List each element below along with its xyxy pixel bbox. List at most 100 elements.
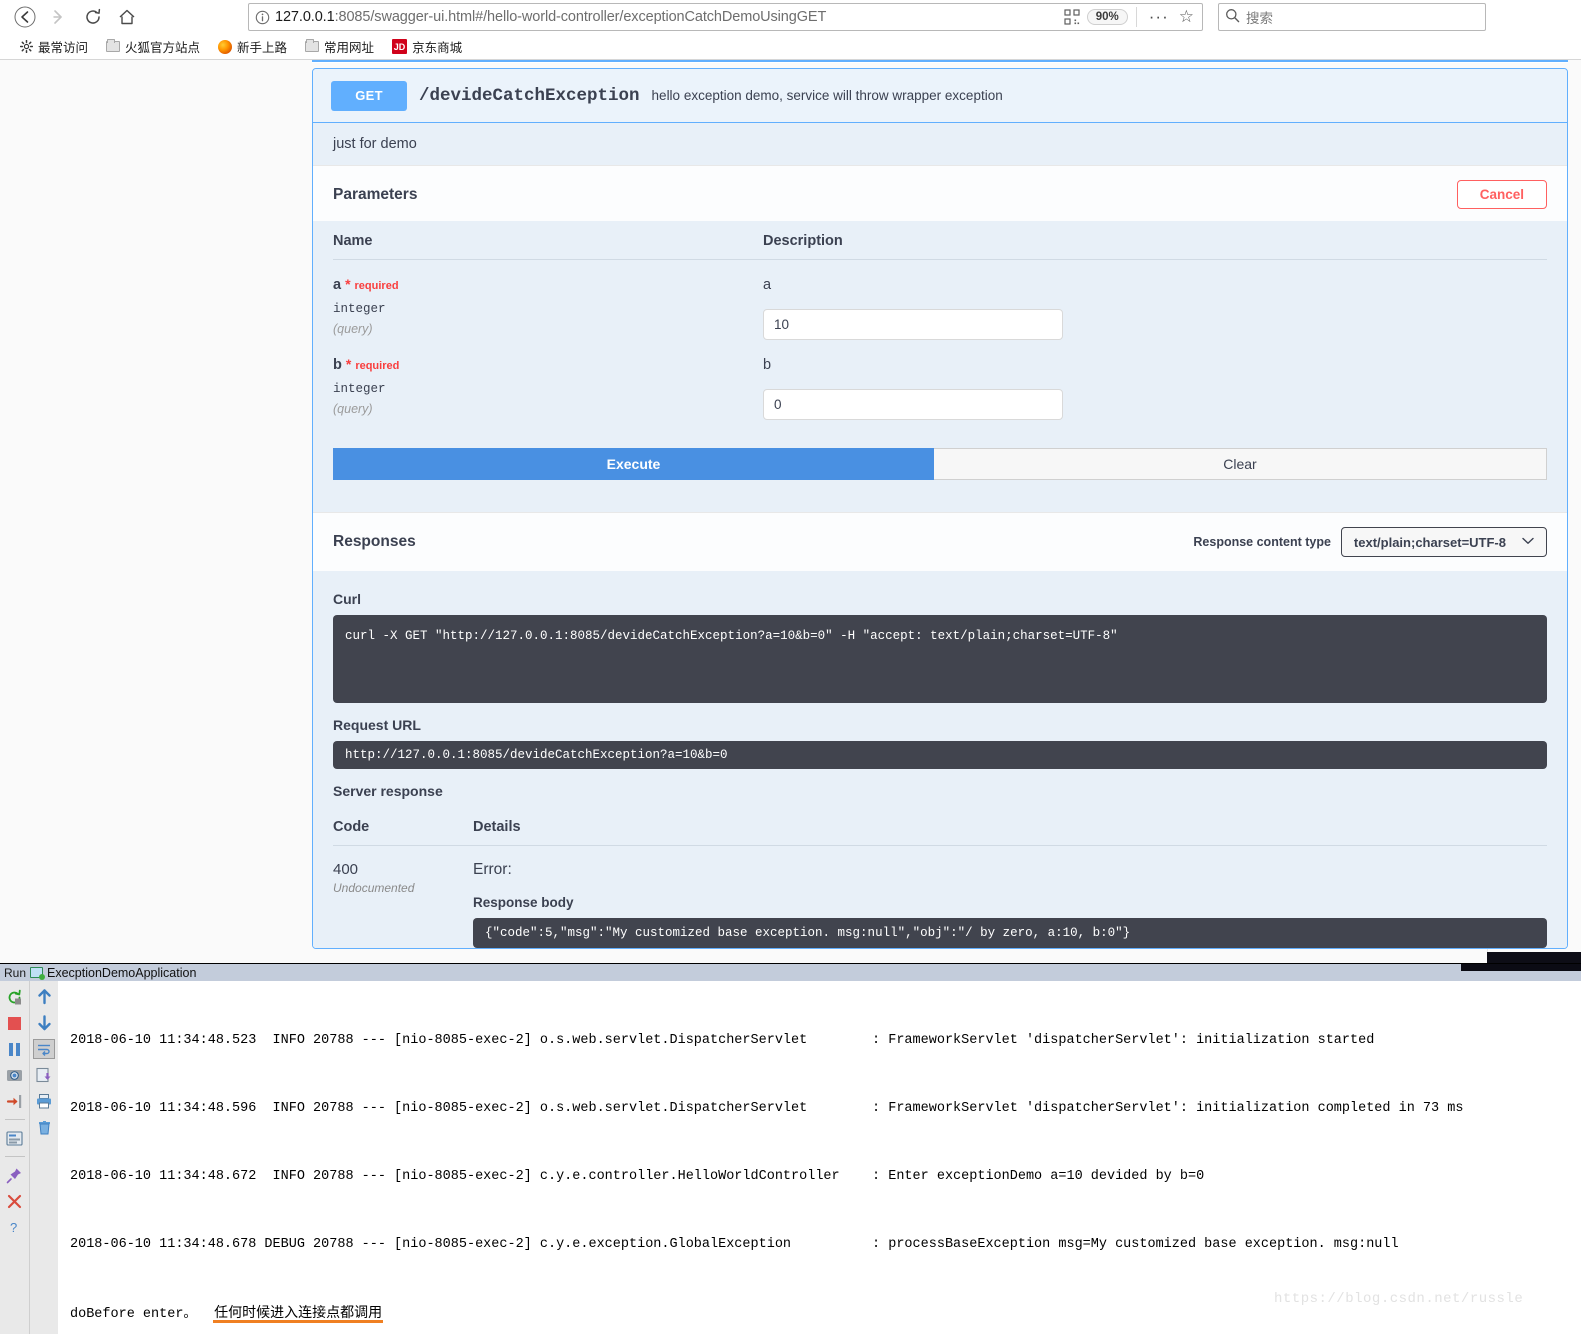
home-button[interactable] bbox=[110, 2, 144, 32]
console-scroll-artifact bbox=[1461, 964, 1581, 971]
response-content-type-value: text/plain;charset=UTF-8 bbox=[1353, 534, 1506, 550]
url-bar-actions: 90% ··· ☆ bbox=[1061, 6, 1202, 28]
search-icon bbox=[1225, 8, 1240, 26]
folder-icon bbox=[106, 39, 121, 54]
responses-body: Curl curl -X GET "http://127.0.0.1:8085/… bbox=[313, 571, 1567, 948]
folder-icon bbox=[305, 39, 320, 54]
bookmark-star-icon[interactable]: ☆ bbox=[1175, 7, 1198, 27]
parameter-input-a[interactable]: 10 bbox=[763, 309, 1063, 340]
parameter-input-b[interactable]: 0 bbox=[763, 389, 1063, 420]
help-icon[interactable]: ? bbox=[4, 1217, 26, 1237]
parameter-row: a * required integer (query) a 10 bbox=[333, 260, 1547, 340]
parameter-type: integer bbox=[333, 302, 386, 316]
search-bar[interactable]: 搜索 bbox=[1218, 3, 1486, 31]
use-soft-wraps-icon[interactable] bbox=[33, 1039, 55, 1059]
reload-button[interactable] bbox=[76, 2, 110, 32]
endpoint-path: /devideCatchException bbox=[419, 85, 640, 106]
column-header-description: Description bbox=[763, 233, 843, 249]
log-text: doBefore enter。 bbox=[70, 1307, 197, 1323]
opblock-tag-separator bbox=[312, 60, 1568, 63]
parameter-location: (query) bbox=[333, 402, 373, 416]
bookmark-getting-started[interactable]: 新手上路 bbox=[209, 37, 296, 56]
parameter-name: b * required bbox=[333, 356, 763, 373]
toolbar-column-secondary bbox=[29, 981, 58, 1334]
screenshot-root: 127.0.0.1:8085/swagger-ui.html#/hello-wo… bbox=[0, 0, 1581, 1334]
close-icon[interactable] bbox=[4, 1191, 26, 1211]
dump-threads-icon[interactable] bbox=[4, 1065, 26, 1085]
back-button[interactable] bbox=[8, 2, 42, 32]
run-console-panel: Run ExecptionDemoApplication ? 2018-06-1… bbox=[0, 963, 1581, 1334]
response-body-code-block: {"code":5,"msg":"My customized base exce… bbox=[473, 918, 1547, 948]
window-edge-artifact bbox=[1487, 952, 1581, 963]
parameter-name-text: b bbox=[333, 357, 342, 373]
response-details-cell: Error: Response body {"code":5,"msg":"My… bbox=[473, 861, 1547, 948]
endpoint-summary: hello exception demo, service will throw… bbox=[651, 88, 1003, 103]
url-bar[interactable]: 127.0.0.1:8085/swagger-ui.html#/hello-wo… bbox=[248, 3, 1203, 31]
opblock-summary[interactable]: GET /devideCatchException hello exceptio… bbox=[313, 69, 1567, 123]
run-console-toolbar: ? bbox=[0, 981, 58, 1334]
column-header-code: Code bbox=[333, 819, 370, 835]
swagger-opblock: GET /devideCatchException hello exceptio… bbox=[312, 68, 1568, 949]
run-configuration-tab[interactable]: ExecptionDemoApplication bbox=[47, 966, 196, 980]
jd-icon: JD bbox=[392, 39, 408, 54]
run-console-output[interactable]: 2018-06-10 11:34:48.523 INFO 20788 --- [… bbox=[58, 981, 1561, 1334]
request-url-label: Request URL bbox=[333, 717, 421, 733]
search-input-placeholder[interactable]: 搜索 bbox=[1246, 7, 1273, 27]
parameter-description-cell: b 0 bbox=[763, 356, 1547, 420]
parameters-header: Parameters Cancel bbox=[313, 166, 1567, 221]
bookmark-firefox-official[interactable]: 火狐官方站点 bbox=[97, 37, 209, 56]
log-line: 2018-06-10 11:34:48.596 INFO 20788 --- [… bbox=[70, 1100, 1464, 1116]
reader-mode-icon[interactable] bbox=[1061, 6, 1083, 28]
bookmark-label: 火狐官方站点 bbox=[125, 41, 201, 55]
execute-clear-row: Execute Clear bbox=[333, 448, 1547, 502]
zoom-level-badge[interactable]: 90% bbox=[1086, 9, 1128, 25]
response-content-type-wrap: Response content type text/plain;charset… bbox=[1193, 527, 1547, 557]
rerun-icon[interactable] bbox=[4, 987, 26, 1007]
restore-layout-icon[interactable] bbox=[4, 1091, 26, 1111]
responses-header: Responses Response content type text/pla… bbox=[313, 512, 1567, 571]
parameters-title: Parameters bbox=[333, 185, 418, 203]
export-to-file-icon[interactable] bbox=[33, 1065, 55, 1085]
response-content-type-select[interactable]: text/plain;charset=UTF-8 bbox=[1340, 527, 1547, 557]
stop-icon[interactable] bbox=[4, 1013, 26, 1033]
required-label: required bbox=[355, 360, 400, 372]
parameter-name-cell: a * required integer (query) bbox=[333, 276, 763, 340]
url-path: :8085/swagger-ui.html#/hello-world-contr… bbox=[334, 9, 827, 25]
curl-code-block[interactable]: curl -X GET "http://127.0.0.1:8085/devid… bbox=[333, 615, 1547, 703]
parameter-location: (query) bbox=[333, 322, 373, 336]
parameter-type: integer bbox=[333, 382, 386, 396]
scroll-to-top-icon[interactable] bbox=[33, 987, 55, 1007]
response-code-cell: 400 Undocumented bbox=[333, 861, 473, 948]
bookmark-common-sites[interactable]: 常用网址 bbox=[296, 37, 383, 56]
info-circle-icon[interactable] bbox=[249, 4, 275, 30]
parameters-table-header: Name Description bbox=[333, 221, 1547, 260]
toolbar-divider bbox=[1135, 7, 1137, 27]
pin-tab-icon[interactable] bbox=[4, 1165, 26, 1185]
bookmark-jd-mall[interactable]: JD 京东商城 bbox=[383, 37, 471, 56]
cancel-button[interactable]: Cancel bbox=[1456, 180, 1547, 209]
print-icon[interactable] bbox=[33, 1091, 55, 1111]
curl-label: Curl bbox=[333, 591, 361, 607]
log-line: 2018-06-10 11:34:48.523 INFO 20788 --- [… bbox=[70, 1033, 1375, 1049]
browser-navigation-bar: 127.0.0.1:8085/swagger-ui.html#/hello-wo… bbox=[0, 0, 1581, 34]
scroll-to-bottom-icon[interactable] bbox=[33, 1013, 55, 1033]
clear-button[interactable]: Clear bbox=[934, 448, 1547, 480]
server-response-label: Server response bbox=[333, 783, 443, 799]
soft-wrap-icon[interactable] bbox=[4, 1128, 26, 1148]
clear-all-icon[interactable] bbox=[33, 1117, 55, 1137]
toolbar-divider bbox=[4, 1119, 25, 1120]
url-host: 127.0.0.1 bbox=[275, 9, 335, 25]
page-actions-icon[interactable]: ··· bbox=[1145, 7, 1173, 27]
execute-button[interactable]: Execute bbox=[333, 448, 934, 480]
parameter-name: a * required bbox=[333, 276, 763, 293]
forward-button[interactable] bbox=[42, 2, 76, 32]
column-header-name: Name bbox=[333, 233, 373, 249]
log-line: 2018-06-10 11:34:48.672 INFO 20788 --- [… bbox=[70, 1168, 1205, 1184]
response-body-label: Response body bbox=[473, 895, 574, 910]
pause-icon[interactable] bbox=[4, 1039, 26, 1059]
svg-text:?: ? bbox=[10, 1220, 17, 1235]
response-content-type-label: Response content type bbox=[1193, 535, 1331, 549]
bookmark-most-visited[interactable]: 最常访问 bbox=[10, 37, 97, 56]
opblock-body: just for demo Parameters Cancel Name Des… bbox=[313, 123, 1567, 948]
page-viewport: GET /devideCatchException hello exceptio… bbox=[0, 60, 1581, 965]
